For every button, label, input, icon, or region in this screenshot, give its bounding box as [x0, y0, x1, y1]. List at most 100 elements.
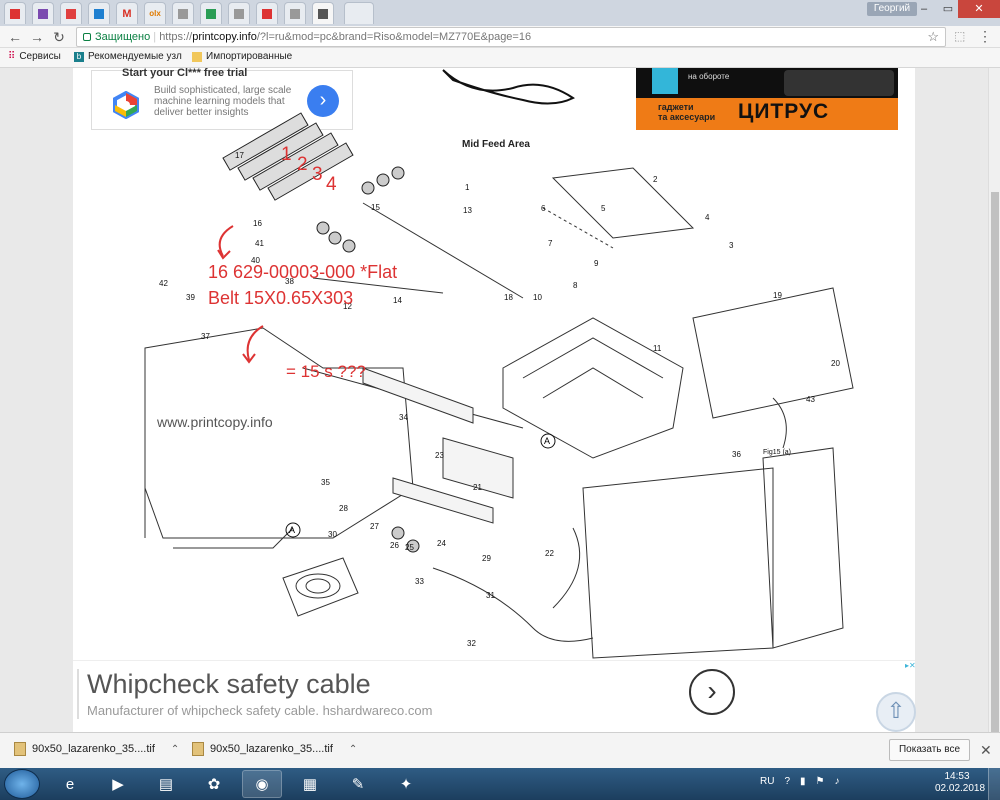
svg-text:A: A: [289, 525, 295, 535]
minimize-button[interactable]: –: [912, 0, 936, 18]
vertical-scrollbar[interactable]: [988, 68, 1000, 732]
part-label: 16: [253, 219, 262, 228]
right-frame: [582, 287, 854, 659]
purple-square-icon[interactable]: [32, 2, 54, 24]
forward-arrow-icon[interactable]: →: [28, 29, 46, 45]
blank-page-icon[interactable]: [172, 2, 194, 24]
part-label: 31: [486, 591, 495, 600]
ad-headline[interactable]: Whipcheck safety cable: [87, 669, 371, 700]
part-label: 2: [653, 175, 658, 184]
bookmark-label: Рекомендуемые узл: [88, 51, 182, 62]
flag-icon[interactable]: ⚑: [816, 776, 825, 787]
close-window-button[interactable]: ✕: [958, 0, 1000, 18]
whipcheck-ad[interactable]: Whipcheck safety cable Manufacturer of w…: [73, 660, 916, 726]
diamond-icon[interactable]: [88, 2, 110, 24]
part-label: 7: [548, 239, 553, 248]
show-all-downloads-button[interactable]: Показать все: [889, 739, 970, 761]
new-tab-button[interactable]: [344, 2, 374, 24]
blank-page-icon[interactable]: [228, 2, 250, 24]
url-scheme: https://: [159, 31, 193, 43]
olx-icon[interactable]: olx: [144, 2, 166, 24]
part-label: 28: [339, 504, 348, 513]
windows-taskbar: e ▶ ▤ ✿ ◉ ▦ ✎ ✦ RU ? ▮ ⚑ ♪ 14:53 02.02.2018: [0, 768, 1000, 800]
start-button[interactable]: [4, 769, 40, 799]
icq-icon[interactable]: ✿: [194, 770, 234, 798]
show-desktop-button[interactable]: [988, 768, 1000, 800]
folder-icon: [192, 51, 202, 62]
extension-icon[interactable]: ⬚: [954, 29, 965, 43]
chevron-up-icon[interactable]: ⌃: [171, 744, 179, 755]
part-label: 26: [390, 541, 399, 550]
volume-icon[interactable]: ♪: [835, 776, 840, 787]
image-file-icon: [14, 742, 26, 756]
part-label: 4: [705, 213, 710, 222]
language-indicator[interactable]: RU: [760, 776, 774, 787]
reload-icon[interactable]: ↻: [50, 29, 68, 45]
part-label: 22: [545, 549, 554, 558]
main-tray: [502, 317, 684, 459]
bing-icon: b: [74, 51, 84, 62]
part-label: 29: [482, 554, 491, 563]
download-item[interactable]: 90x50_lazarenko_35....tif ⌃: [14, 742, 179, 756]
exploded-parts-diagram: 123456789101112131415161718 1920212223242…: [144, 69, 854, 659]
bookmark-star-icon[interactable]: ☆: [927, 28, 939, 46]
part-label: 11: [653, 344, 662, 353]
part-label: 21: [473, 483, 482, 492]
decorative-shape: [442, 69, 575, 105]
media-player-icon[interactable]: ▶: [98, 770, 138, 798]
annotation-number: 2: [297, 154, 308, 175]
network-icon[interactable]: ▮: [800, 776, 806, 787]
chrome-icon[interactable]: ◉: [242, 770, 282, 798]
part-number-labels: 123456789101112131415161718 1920212223242…: [159, 151, 840, 648]
close-icon[interactable]: ✕: [980, 742, 992, 759]
mail-icon[interactable]: [4, 2, 26, 24]
cart-icon[interactable]: [256, 2, 278, 24]
adchoices-icon[interactable]: ▸✕: [905, 661, 916, 685]
maximize-button[interactable]: ▭: [936, 0, 960, 18]
paint-icon[interactable]: ✎: [338, 770, 378, 798]
calculator-icon[interactable]: ▦: [290, 770, 330, 798]
email-icon[interactable]: [200, 2, 222, 24]
browser-toolbar: ← → ↻ Защищено | https://printcopy.info/…: [0, 26, 1000, 48]
scrollbar-thumb[interactable]: [991, 192, 999, 732]
left-frame: [144, 327, 414, 549]
address-bar[interactable]: Защищено | https://printcopy.info/?l=ru&…: [76, 27, 946, 47]
chevron-right-icon[interactable]: ›: [689, 669, 735, 715]
part-label: 6: [541, 204, 546, 213]
fan-unit: [282, 557, 359, 617]
clock[interactable]: 14:53 02.02.2018: [935, 771, 985, 795]
explorer-icon[interactable]: ▤: [146, 770, 186, 798]
part-label: 23: [435, 451, 444, 460]
help-icon[interactable]: ?: [784, 776, 790, 787]
part-label: 34: [399, 413, 408, 422]
lock-icon: [83, 33, 91, 41]
profile-button[interactable]: Георгий: [867, 2, 917, 16]
back-arrow-icon[interactable]: ←: [6, 29, 24, 45]
part-label: 9: [594, 259, 599, 268]
lines-icon[interactable]: [312, 2, 334, 24]
gmail-icon[interactable]: M: [116, 2, 138, 24]
blank-page-icon[interactable]: [284, 2, 306, 24]
chevron-up-icon[interactable]: ⌃: [349, 744, 357, 755]
bookmark-label: Сервисы: [19, 51, 61, 62]
part-label: 20: [831, 359, 840, 368]
bookmark-services[interactable]: ⠿ Сервисы: [8, 51, 61, 62]
part-label: 42: [159, 279, 168, 288]
ie-icon[interactable]: e: [50, 770, 90, 798]
part-label: 13: [463, 206, 472, 215]
download-filename: 90x50_lazarenko_35....tif: [32, 743, 155, 755]
annotation-number: 1: [281, 144, 292, 165]
part-label: 27: [370, 522, 379, 531]
gimp-icon[interactable]: ✦: [386, 770, 426, 798]
menu-kebab-icon[interactable]: ⋮: [978, 28, 992, 45]
red-grid-icon[interactable]: [60, 2, 82, 24]
part-label: 10: [533, 293, 542, 302]
guide-bars: [362, 367, 514, 524]
bookmark-imported[interactable]: Импортированные: [192, 51, 292, 62]
part-label: 5: [601, 204, 606, 213]
bookmark-recommended[interactable]: b Рекомендуемые узл: [74, 51, 182, 62]
download-item[interactable]: 90x50_lazarenko_35....tif ⌃: [192, 742, 357, 756]
system-tray: RU ? ▮ ⚑ ♪: [760, 776, 840, 787]
scroll-to-top-icon[interactable]: ⇧: [876, 692, 916, 732]
bookmark-label: Импортированные: [206, 51, 293, 62]
